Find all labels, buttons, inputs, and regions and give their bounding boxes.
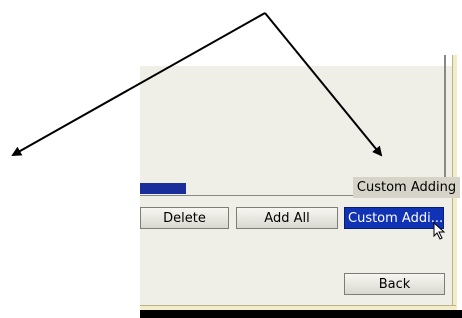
mouse-pointer-icon [433,222,446,240]
arrow-annotation-icon [11,12,383,157]
